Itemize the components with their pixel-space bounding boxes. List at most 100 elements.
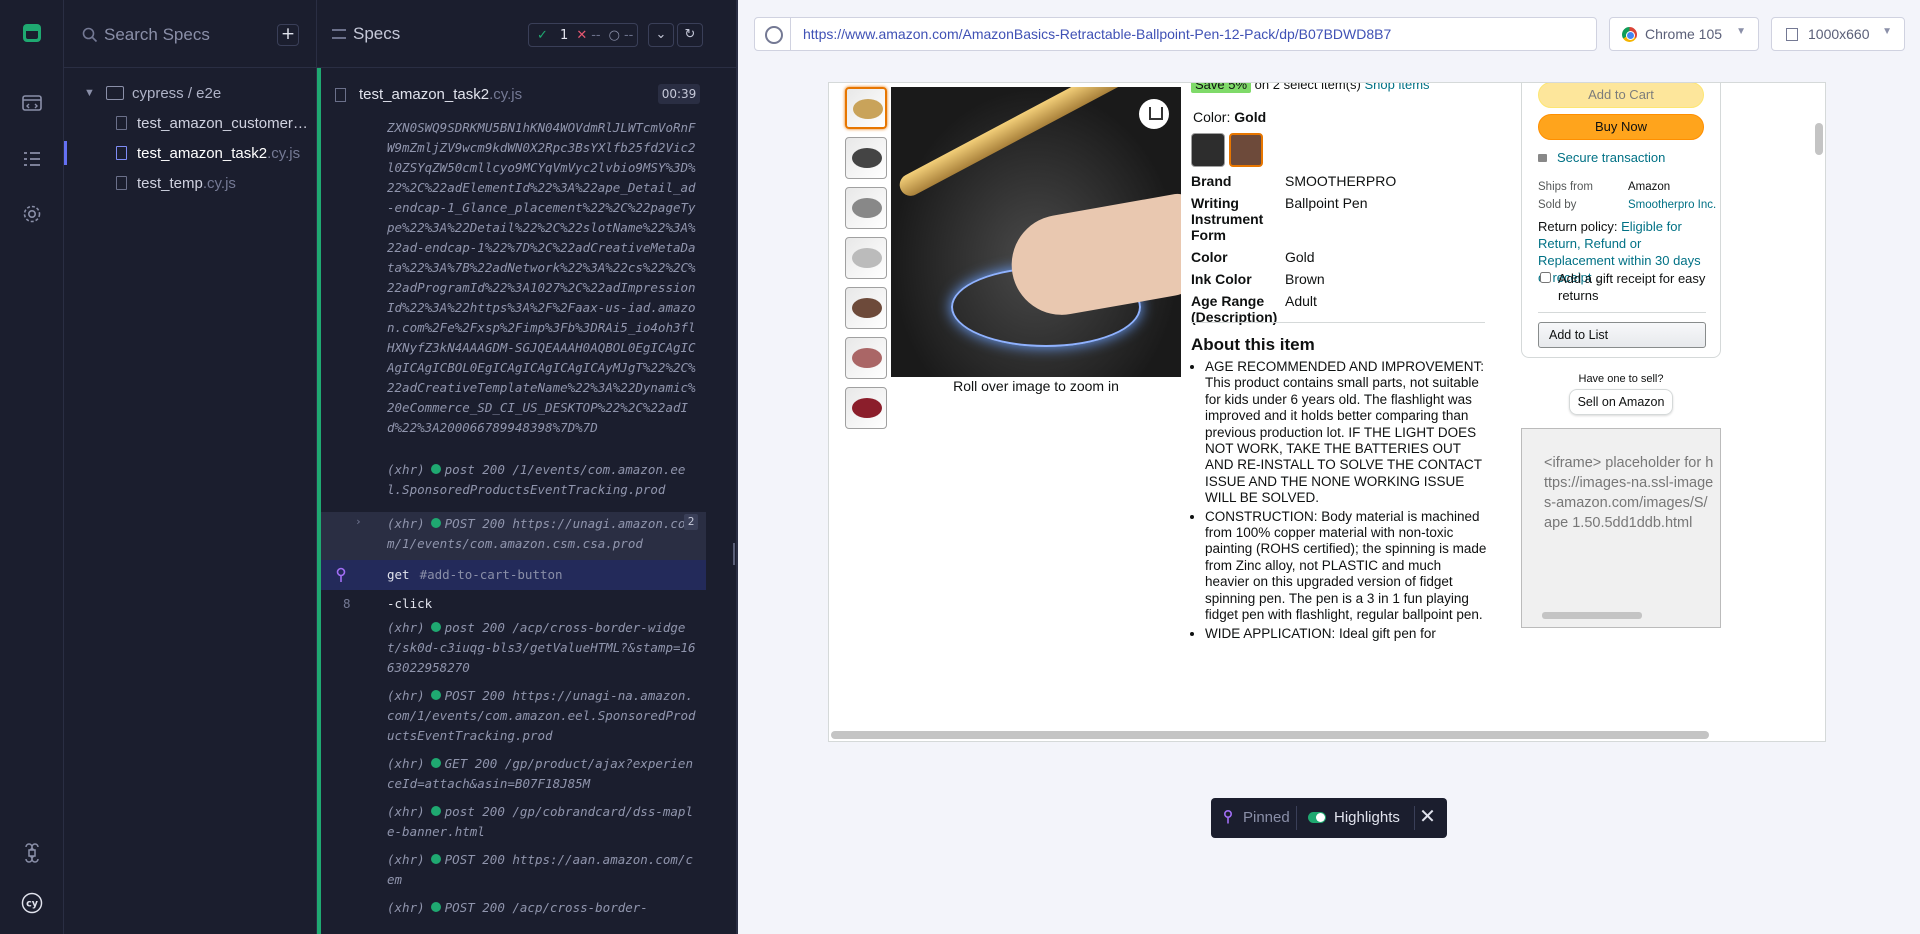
log-entry-expandable[interactable]: › (xhr) POST 200 https://unagi.amazon.com… — [321, 512, 706, 560]
spec-row: Ink Color Brown — [1191, 271, 1325, 287]
spec-row: Color Gold — [1191, 249, 1315, 265]
thumbnail-3[interactable] — [845, 187, 887, 229]
divider — [1538, 312, 1706, 313]
cypress-app: cy + ▼ cypress / e2e test_amazon_custome… — [0, 0, 1920, 934]
log-entry[interactable]: (xhr) post 200 /gp/cobrandcard/dss-maple-… — [321, 802, 706, 842]
aut-iframe: Roll over image to zoom in Save 5% on 2 … — [828, 82, 1826, 742]
thumbnail-4[interactable] — [845, 237, 887, 279]
add-to-cart-button[interactable]: Add to Cart — [1538, 83, 1704, 108]
product-spec-table: Brand SMOOTHERPRO Writing Instrument Form… — [1191, 173, 1485, 331]
thumbnail-6[interactable] — [845, 337, 887, 379]
cypress-cy-icon[interactable]: cy — [17, 888, 47, 918]
spec-search-bar: + — [64, 0, 317, 68]
chevron-right-icon: › — [355, 515, 362, 528]
sell-on-amazon-button[interactable]: Sell on Amazon — [1568, 389, 1674, 415]
color-label: Color: Gold — [1193, 109, 1267, 125]
log-entry[interactable]: (xhr) POST 200 /acp/cross-border- — [321, 898, 706, 918]
specs-toggle-icon[interactable] — [332, 29, 346, 39]
log-entry[interactable]: (xhr) GET 200 /gp/product/ajax?experience… — [321, 754, 706, 794]
browser-selector[interactable]: Chrome 105 ▼ — [1609, 17, 1759, 51]
passed-count: ✓ 1 — [537, 27, 569, 43]
seller-link[interactable]: Smootherpro Inc. — [1628, 199, 1716, 211]
svg-text:cy: cy — [26, 899, 39, 910]
test-stats: ✓ 1 ✕ -- ○ -- — [528, 23, 638, 47]
gift-receipt-checkbox[interactable] — [1540, 272, 1551, 283]
iframe-placeholder: <iframe> placeholder for https://images-… — [1521, 428, 1721, 628]
highlights-toggle[interactable] — [1308, 812, 1326, 823]
device-icon — [1786, 28, 1798, 41]
spec-file-item-selected[interactable]: test_amazon_task2.cy.js — [64, 138, 317, 168]
spec-search-input[interactable] — [104, 22, 264, 48]
add-to-list-button[interactable]: Add to List — [1538, 322, 1706, 348]
spec-file-name: test_amazon_customer_… — [137, 114, 309, 132]
running-spec-name: test_amazon_task2.cy.js — [359, 86, 523, 103]
aut-url-bar[interactable]: https://www.amazon.com/AmazonBasics-Retr… — [754, 17, 1597, 51]
spec-file-item[interactable]: test_temp.cy.js — [64, 168, 317, 198]
gift-receipt-option[interactable]: Add a gift receipt for easy returns — [1540, 270, 1715, 304]
search-icon — [82, 27, 98, 43]
spec-row: Writing Instrument Form Ballpoint Pen — [1191, 195, 1368, 243]
scrollbar[interactable] — [1542, 612, 1642, 619]
rerun-button[interactable]: ↻ — [677, 23, 703, 47]
buy-box: Add to Cart Buy Now Secure transaction S… — [1521, 83, 1721, 358]
chevron-down-icon: ▼ — [1736, 26, 1746, 37]
spec-file-item[interactable]: test_amazon_customer_… — [64, 108, 317, 138]
command-log-reporter: Specs ✓ 1 ✕ -- ○ -- ⌄ ↻ test_amazon_task2.… — [317, 0, 736, 934]
log-entry[interactable]: (xhr) post 200 /acp/cross-border-widget/s… — [321, 618, 706, 678]
file-icon — [116, 146, 127, 160]
buy-now-button[interactable]: Buy Now — [1538, 114, 1704, 140]
color-swatch-black[interactable] — [1191, 133, 1225, 167]
secure-transaction-link[interactable]: Secure transaction — [1538, 150, 1665, 165]
vertical-scrollbar[interactable] — [1815, 123, 1823, 155]
viewport-size[interactable]: 1000x660 ▼ — [1771, 17, 1905, 51]
log-entry[interactable]: (xhr) POST 200 https://unagi-na.amazon.co… — [321, 686, 706, 746]
log-url-text: ZXN0SWQ9SDRKMU5BN1hKN04WOVdmRlJLWTcmVoRn… — [387, 120, 696, 435]
about-heading: About this item — [1191, 335, 1315, 354]
thumbnail-7[interactable] — [845, 387, 887, 429]
thumbnail-1[interactable] — [845, 87, 887, 129]
folder-icon — [106, 86, 124, 100]
close-icon[interactable]: ✕ — [1414, 806, 1440, 830]
pending-count: ○ -- — [608, 27, 634, 43]
file-icon — [116, 116, 127, 130]
log-command-get-pinned[interactable]: get #add-to-cart-button — [321, 560, 706, 590]
share-icon[interactable] — [1139, 99, 1169, 129]
viewport-label: 1000x660 — [1808, 26, 1870, 42]
settings-gear-icon[interactable] — [19, 201, 45, 227]
chevron-down-button[interactable]: ⌄ — [648, 23, 674, 47]
bullet-item: CONSTRUCTION: Body material is machined … — [1205, 509, 1487, 624]
pinned-label: Pinned — [1243, 809, 1290, 826]
ships-info: Ships from Amazon Sold by Smootherpro Inc. — [1538, 181, 1717, 211]
runs-icon[interactable] — [19, 90, 45, 116]
divider — [1191, 322, 1485, 323]
product-thumbnails — [845, 87, 889, 437]
product-main-image[interactable] — [891, 87, 1181, 377]
reporter-title: Specs — [353, 24, 401, 43]
log-entry[interactable]: (xhr) POST 200 https://aan.amazon.com/cem — [321, 850, 706, 890]
log-entry[interactable]: (xhr) post 200 /1/events/com.amazon.eel.S… — [321, 460, 706, 500]
pinned-snapshot-bar: Pinned Highlights ✕ — [1211, 798, 1447, 838]
horizontal-scrollbar[interactable] — [831, 731, 1709, 739]
add-spec-button[interactable]: + — [277, 24, 299, 46]
folder-cypress-e2e[interactable]: ▼ cypress / e2e — [64, 78, 317, 108]
color-swatch-gold[interactable] — [1229, 133, 1263, 167]
lock-icon — [1538, 154, 1547, 162]
thumbnail-5[interactable] — [845, 287, 887, 329]
save-promo: Save 5% on 2 select item(s) Shop items — [1191, 83, 1430, 93]
sell-on-amazon: Have one to sell? Sell on Amazon — [1521, 373, 1721, 415]
sidebar-nav: cy — [0, 0, 67, 934]
divider — [1296, 806, 1297, 830]
thumbnail-2[interactable] — [845, 137, 887, 179]
selector-playground-icon[interactable] — [755, 18, 791, 50]
keyboard-shortcuts-icon[interactable] — [19, 840, 45, 866]
hand-shape — [1003, 191, 1181, 323]
log-command-click[interactable]: 8 -click — [321, 590, 706, 618]
cypress-logo-icon[interactable] — [19, 20, 45, 46]
specs-list-icon[interactable] — [19, 146, 45, 172]
chevron-down-icon: ▼ — [84, 87, 95, 99]
have-one-label: Have one to sell? — [1578, 373, 1664, 385]
iframe-placeholder-text: <iframe> placeholder for https://images-… — [1544, 455, 1714, 531]
bullet-item: WIDE APPLICATION: Ideal gift pen for — [1205, 626, 1487, 642]
file-icon — [335, 88, 346, 102]
shop-items-link[interactable]: Shop items — [1365, 83, 1430, 92]
